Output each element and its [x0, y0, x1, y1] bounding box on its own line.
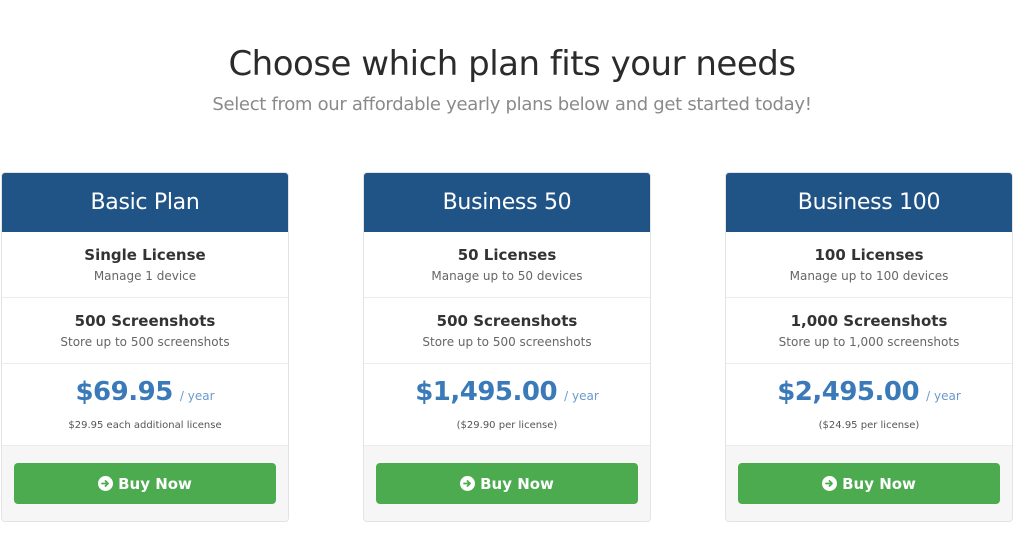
- licenses-row: Single License Manage 1 device: [2, 232, 288, 298]
- screenshots-description: Store up to 500 screenshots: [60, 335, 230, 349]
- price-row: $2,495.00 / year ($24.95 per license): [726, 364, 1012, 446]
- licenses-row: 50 Licenses Manage up to 50 devices: [364, 232, 650, 298]
- screenshots-description: Store up to 500 screenshots: [422, 335, 592, 349]
- screenshots-description: Store up to 1,000 screenshots: [778, 335, 960, 349]
- buy-now-label: Buy Now: [118, 474, 192, 493]
- plan-card-basic: Basic Plan Single License Manage 1 devic…: [1, 172, 289, 522]
- plan-name: Basic Plan: [2, 173, 288, 232]
- licenses-description: Manage up to 50 devices: [431, 269, 583, 283]
- page-title: Choose which plan fits your needs: [228, 44, 796, 84]
- card-footer: Buy Now: [726, 446, 1012, 521]
- licenses-row: 100 Licenses Manage up to 100 devices: [726, 232, 1012, 298]
- licenses-title: 100 Licenses: [814, 246, 924, 264]
- price-amount: $2,495.00: [777, 377, 920, 407]
- price-row: $69.95 / year $29.95 each additional lic…: [2, 364, 288, 446]
- screenshots-row: 1,000 Screenshots Store up to 1,000 scre…: [726, 298, 1012, 364]
- buy-now-button-basic[interactable]: Buy Now: [14, 463, 276, 504]
- screenshots-row: 500 Screenshots Store up to 500 screensh…: [364, 298, 650, 364]
- price-note: ($29.90 per license): [456, 420, 558, 431]
- arrow-circle-right-icon: [98, 476, 114, 491]
- card-footer: Buy Now: [2, 446, 288, 521]
- licenses-description: Manage 1 device: [93, 269, 197, 283]
- screenshots-title: 500 Screenshots: [436, 312, 578, 330]
- licenses-description: Manage up to 100 devices: [789, 269, 949, 283]
- plan-card-business-100: Business 100 100 Licenses Manage up to 1…: [725, 172, 1013, 522]
- screenshots-title: 1,000 Screenshots: [790, 312, 948, 330]
- plan-card-business-50: Business 50 50 Licenses Manage up to 50 …: [363, 172, 651, 522]
- pricing-page: Choose which plan fits your needs Select…: [0, 0, 1024, 538]
- licenses-title: Single License: [84, 246, 206, 264]
- screenshots-row: 500 Screenshots Store up to 500 screensh…: [2, 298, 288, 364]
- buy-now-label: Buy Now: [480, 474, 554, 493]
- buy-now-button-business-50[interactable]: Buy Now: [376, 463, 638, 504]
- buy-now-button-business-100[interactable]: Buy Now: [738, 463, 1000, 504]
- price-amount: $69.95: [75, 377, 173, 407]
- price-period: / year: [564, 389, 599, 403]
- arrow-circle-right-icon: [822, 476, 838, 491]
- page-subtitle: Select from our affordable yearly plans …: [212, 94, 812, 115]
- price-amount: $1,495.00: [415, 377, 558, 407]
- price-period: / year: [926, 389, 961, 403]
- screenshots-title: 500 Screenshots: [74, 312, 216, 330]
- price-row: $1,495.00 / year ($29.90 per license): [364, 364, 650, 446]
- licenses-title: 50 Licenses: [457, 246, 557, 264]
- price-note: $29.95 each additional license: [68, 420, 222, 431]
- plan-name: Business 100: [726, 173, 1012, 232]
- arrow-circle-right-icon: [460, 476, 476, 491]
- price-note: ($24.95 per license): [818, 420, 920, 431]
- buy-now-label: Buy Now: [842, 474, 916, 493]
- price-period: / year: [179, 389, 215, 403]
- card-footer: Buy Now: [364, 446, 650, 521]
- plan-name: Business 50: [364, 173, 650, 232]
